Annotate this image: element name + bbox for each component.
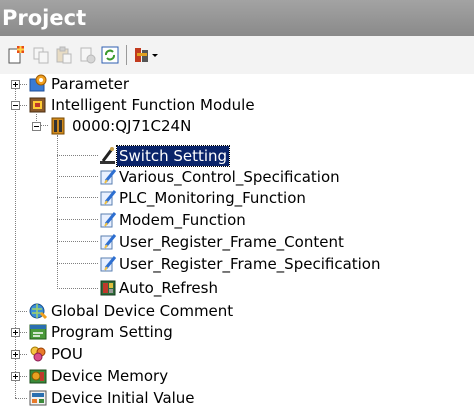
- tree-item-label: Program Setting: [51, 323, 173, 341]
- project-tree: Parameter Intelligent Function Module 00…: [0, 74, 474, 415]
- tree-item-label: PLC_Monitoring_Function: [119, 189, 306, 207]
- tree-item-user-register-frame-content[interactable]: User_Register_Frame_Content: [0, 232, 400, 253]
- tree-item-device-initial-value[interactable]: Device Initial Value: [0, 388, 260, 409]
- program-setting-icon: [28, 322, 48, 342]
- expand-icon[interactable]: [11, 80, 20, 89]
- collapse-icon[interactable]: [32, 122, 41, 131]
- tree-item-modem-function[interactable]: Modem_Function: [0, 210, 300, 231]
- tree-item-label: Switch Setting: [115, 145, 231, 167]
- tree-item-label: Intelligent Function Module: [51, 96, 255, 114]
- module-icon: [28, 95, 48, 115]
- document-edit-icon: [98, 167, 118, 187]
- copy-icon[interactable]: [31, 45, 51, 65]
- toolbar: [0, 36, 474, 74]
- device-initial-value-icon: [28, 388, 48, 408]
- toolbar-separator: [126, 45, 127, 65]
- tree-item-module-unit[interactable]: 0000:QJ71C24N: [0, 116, 260, 137]
- tree-item-switch-setting[interactable]: Switch Setting: [0, 145, 260, 167]
- document-edit-icon: [98, 188, 118, 208]
- tree-item-user-register-frame-specification[interactable]: User_Register_Frame_Specification: [0, 254, 460, 275]
- delete-icon[interactable]: [77, 45, 97, 65]
- pou-icon: [28, 344, 48, 364]
- tree-item-label: Various_Control_Specification: [119, 168, 340, 186]
- tree-item-label: User_Register_Frame_Specification: [119, 255, 381, 273]
- tree-item-label: Parameter: [51, 75, 130, 93]
- tree-item-device-memory[interactable]: Device Memory: [0, 366, 260, 387]
- tree-item-various-control-specification[interactable]: Various_Control_Specification: [0, 167, 400, 188]
- module-unit-icon: [49, 116, 69, 136]
- document-edit-icon: [98, 210, 118, 230]
- expand-icon[interactable]: [11, 328, 20, 337]
- tree-item-parameter[interactable]: Parameter: [0, 74, 200, 95]
- paste-icon[interactable]: [54, 45, 74, 65]
- tree-item-label: 0000:QJ71C24N: [72, 117, 192, 135]
- parameter-icon: [28, 74, 48, 94]
- global-comment-icon: [28, 301, 48, 321]
- new-data-icon[interactable]: [6, 45, 26, 65]
- tree-item-label: User_Register_Frame_Content: [119, 233, 344, 251]
- tree-item-pou[interactable]: POU: [0, 344, 200, 365]
- tree-item-program-setting[interactable]: Program Setting: [0, 322, 260, 343]
- expand-icon[interactable]: [11, 372, 20, 381]
- tree-item-global-device-comment[interactable]: Global Device Comment: [0, 301, 300, 322]
- tree-item-plc-monitoring-function[interactable]: PLC_Monitoring_Function: [0, 188, 360, 209]
- tree-item-label: Modem_Function: [119, 211, 246, 229]
- tree-item-intelligent-function-module[interactable]: Intelligent Function Module: [0, 95, 320, 116]
- collapse-icon[interactable]: [11, 101, 20, 110]
- tree-item-label: Global Device Comment: [51, 302, 234, 320]
- tree-item-label: Device Initial Value: [51, 389, 195, 407]
- settings-dropdown-icon[interactable]: [133, 45, 161, 65]
- auto-refresh-icon: [98, 278, 118, 298]
- switch-setting-icon: [98, 146, 118, 166]
- device-memory-icon: [28, 366, 48, 386]
- expand-icon[interactable]: [11, 350, 20, 359]
- refresh-icon[interactable]: [100, 45, 120, 65]
- tree-item-label: Auto_Refresh: [119, 279, 218, 297]
- tree-item-label: POU: [51, 345, 83, 363]
- tree-item-label: Device Memory: [51, 367, 169, 385]
- tree-item-auto-refresh[interactable]: Auto_Refresh: [0, 278, 260, 299]
- panel-title: Project: [0, 0, 474, 36]
- document-edit-icon: [98, 232, 118, 252]
- document-edit-icon: [98, 254, 118, 274]
